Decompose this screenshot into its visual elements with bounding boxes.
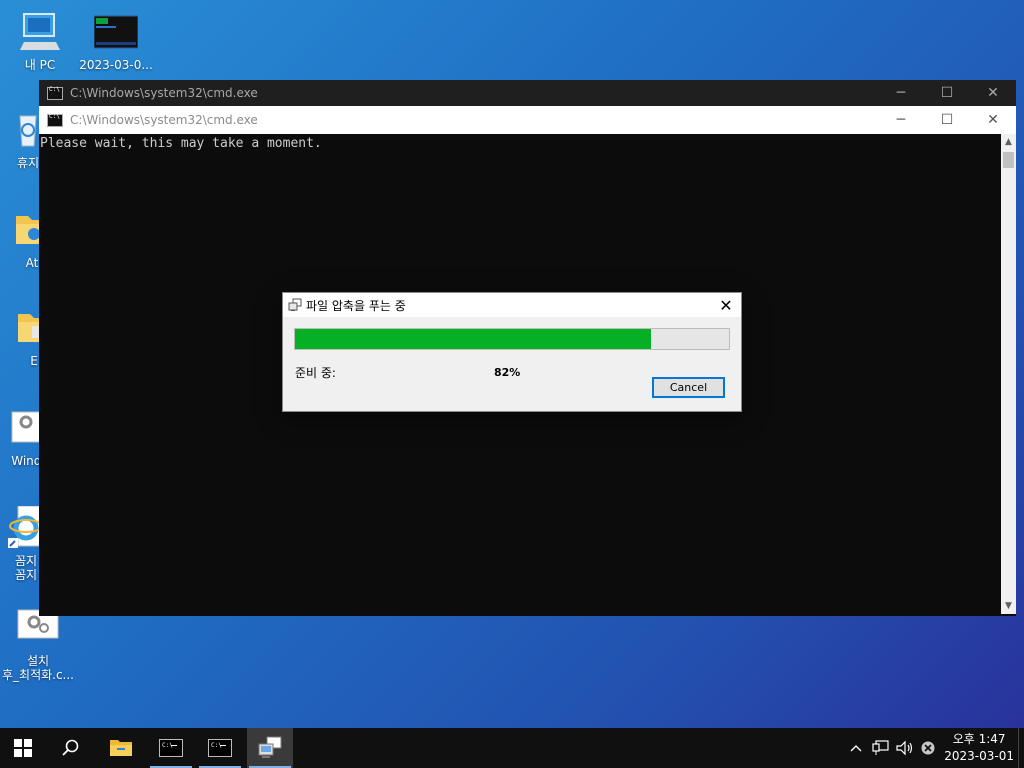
minimize-button[interactable]: ─ [878,107,924,133]
clock-date: 2023-03-01 [944,749,1014,763]
desktop-icon-label: At [25,256,39,270]
taskbar-file-explorer[interactable] [98,728,144,768]
close-button[interactable]: ✕ [970,80,1016,106]
system-clock[interactable]: 오후 1:47 2023-03-01 [944,731,1014,765]
cmd-icon: C:\ [208,739,232,757]
cmd-window-back[interactable]: C:\Windows\system32\cmd.exe ─ ☐ ✕ [39,80,1016,108]
percent-label: 82% [494,366,521,379]
cmd-icon [47,113,63,127]
notification-status-button[interactable] [918,728,938,768]
dialog-close-icon[interactable]: ✕ [711,296,741,315]
dialog-title: 파일 압축을 푸는 중 [306,298,406,313]
scroll-thumb[interactable] [1003,152,1014,168]
cmd-icon: C:\ [159,739,183,757]
volume-button[interactable] [894,728,916,768]
taskbar: C:\ C:\ 오후 1:47 2023-03-01 [0,728,1024,768]
desktop-icon-my-pc[interactable]: 내 PC [2,10,78,72]
file-explorer-icon [110,740,132,756]
extract-progress-dialog[interactable]: 파일 압축을 푸는 중 ✕ 준비 중: 82% Cancel [282,292,742,412]
maximize-button[interactable]: ☐ [924,80,970,106]
vertical-scrollbar[interactable]: ▲ ▼ [1001,134,1016,614]
extract-app-icon [288,298,302,312]
taskbar-cmd-window-1[interactable]: C:\ [148,728,194,768]
progress-bar [294,328,730,350]
maximize-button[interactable]: ☐ [924,107,970,133]
desktop-icon-label: 2023-03-0... [79,58,153,72]
error-x-circle-icon [921,741,935,755]
start-button[interactable] [0,728,46,768]
desktop-icon-label: 휴지 [16,156,40,170]
extract-app-icon [258,736,282,758]
computer-icon [18,10,62,54]
desktop-icon-console-file[interactable]: 2023-03-0... [78,10,154,72]
desktop-icon-label: 설치 후_최적화.c... [1,654,75,682]
cmd-back-titlebar[interactable]: C:\Windows\system32\cmd.exe ─ ☐ ✕ [39,80,1016,106]
cancel-button[interactable]: Cancel [652,377,725,398]
desktop-icon-label: E [30,354,38,368]
progress-fill [295,329,651,349]
cmd-front-titlebar[interactable]: C:\Windows\system32\cmd.exe ─ ☐ ✕ [39,106,1016,134]
taskbar-cmd-window-2[interactable]: C:\ [197,728,243,768]
windows-logo-icon [14,739,32,757]
dialog-titlebar[interactable]: 파일 압축을 푸는 중 ✕ [283,293,741,317]
status-label: 준비 중: [295,366,336,380]
network-button[interactable] [870,728,892,768]
cmd-icon [47,86,63,100]
window-title: C:\Windows\system32\cmd.exe [70,113,258,127]
console-thumbnail-icon [93,10,139,54]
window-title: C:\Windows\system32\cmd.exe [70,86,258,100]
desktop-icon-optimize-script[interactable]: 설치 후_최적화.c... [0,606,76,682]
search-icon [62,739,79,756]
taskbar-extract-app[interactable] [247,728,293,768]
show-desktop-button[interactable] [1018,728,1024,768]
minimize-button[interactable]: ─ [878,80,924,106]
close-button[interactable]: ✕ [970,107,1016,133]
show-hidden-icons-button[interactable] [846,728,866,768]
desktop-icon-label: 내 PC [24,58,56,72]
scroll-down-arrow-icon[interactable]: ▼ [1001,598,1016,614]
clock-time: 오후 1:47 [952,732,1006,746]
search-button[interactable] [48,728,94,768]
speaker-icon [896,740,913,756]
chevron-up-icon [850,745,862,752]
network-icon [872,740,889,755]
scroll-up-arrow-icon[interactable]: ▲ [1001,134,1016,150]
